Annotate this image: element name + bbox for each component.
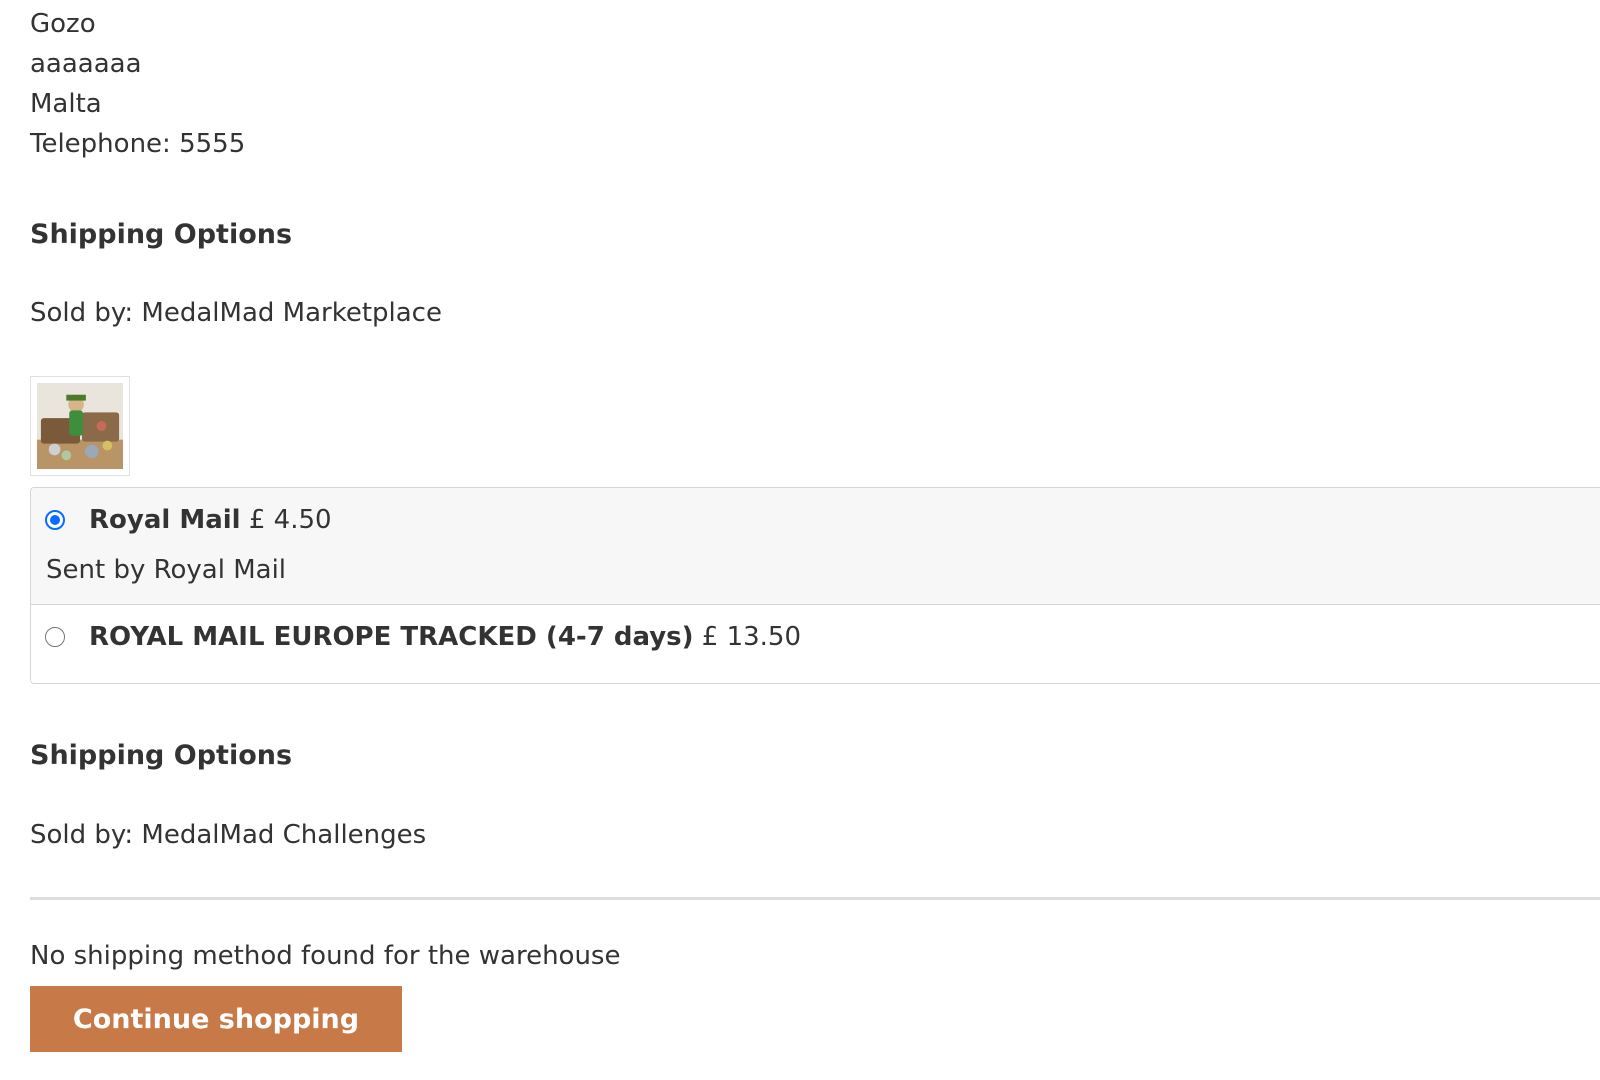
sold-by-label: Sold by: MedalMad Challenges [30, 820, 427, 850]
shipping-option-label[interactable]: Royal Mail £ 4.50 [89, 504, 332, 536]
no-shipping-message: No shipping method found for the warehou… [30, 941, 621, 971]
product-thumbnail[interactable] [30, 376, 130, 476]
shipping-options-heading: Shipping Options [30, 740, 293, 771]
sold-by-label: Sold by: MedalMad Marketplace [30, 298, 442, 328]
address-line-city: Gozo [30, 9, 96, 39]
address-line-street: aaaaaaa [30, 49, 142, 79]
shipping-option-name: Royal Mail [89, 505, 241, 535]
radio-royal-mail[interactable] [45, 510, 65, 530]
shipping-option-name: ROYAL MAIL EUROPE TRACKED (4-7 days) [89, 622, 694, 652]
radio-europe-tracked[interactable] [45, 627, 65, 647]
shipping-methods-list: Royal Mail £ 4.50 Sent by Royal Mail ROY… [30, 487, 1600, 684]
address-telephone: Telephone: 5555 [30, 129, 246, 159]
section-divider [30, 897, 1600, 900]
shipping-option-label[interactable]: ROYAL MAIL EUROPE TRACKED (4-7 days) £ 1… [89, 621, 801, 653]
address-line-country: Malta [30, 89, 102, 119]
shipping-option-price: £ 4.50 [248, 505, 332, 535]
shipping-option-europe-tracked[interactable]: ROYAL MAIL EUROPE TRACKED (4-7 days) £ 1… [31, 605, 1600, 683]
checkout-page: Gozo aaaaaaa Malta Telephone: 5555 Shipp… [0, 0, 1600, 1080]
shipping-options-heading: Shipping Options [30, 219, 293, 250]
product-image [37, 383, 123, 469]
shipping-option-royal-mail[interactable]: Royal Mail £ 4.50 Sent by Royal Mail [31, 488, 1600, 605]
shipping-option-price: £ 13.50 [701, 622, 802, 652]
shipping-option-description: Sent by Royal Mail [46, 555, 287, 585]
continue-shopping-button[interactable]: Continue shopping [30, 986, 402, 1052]
